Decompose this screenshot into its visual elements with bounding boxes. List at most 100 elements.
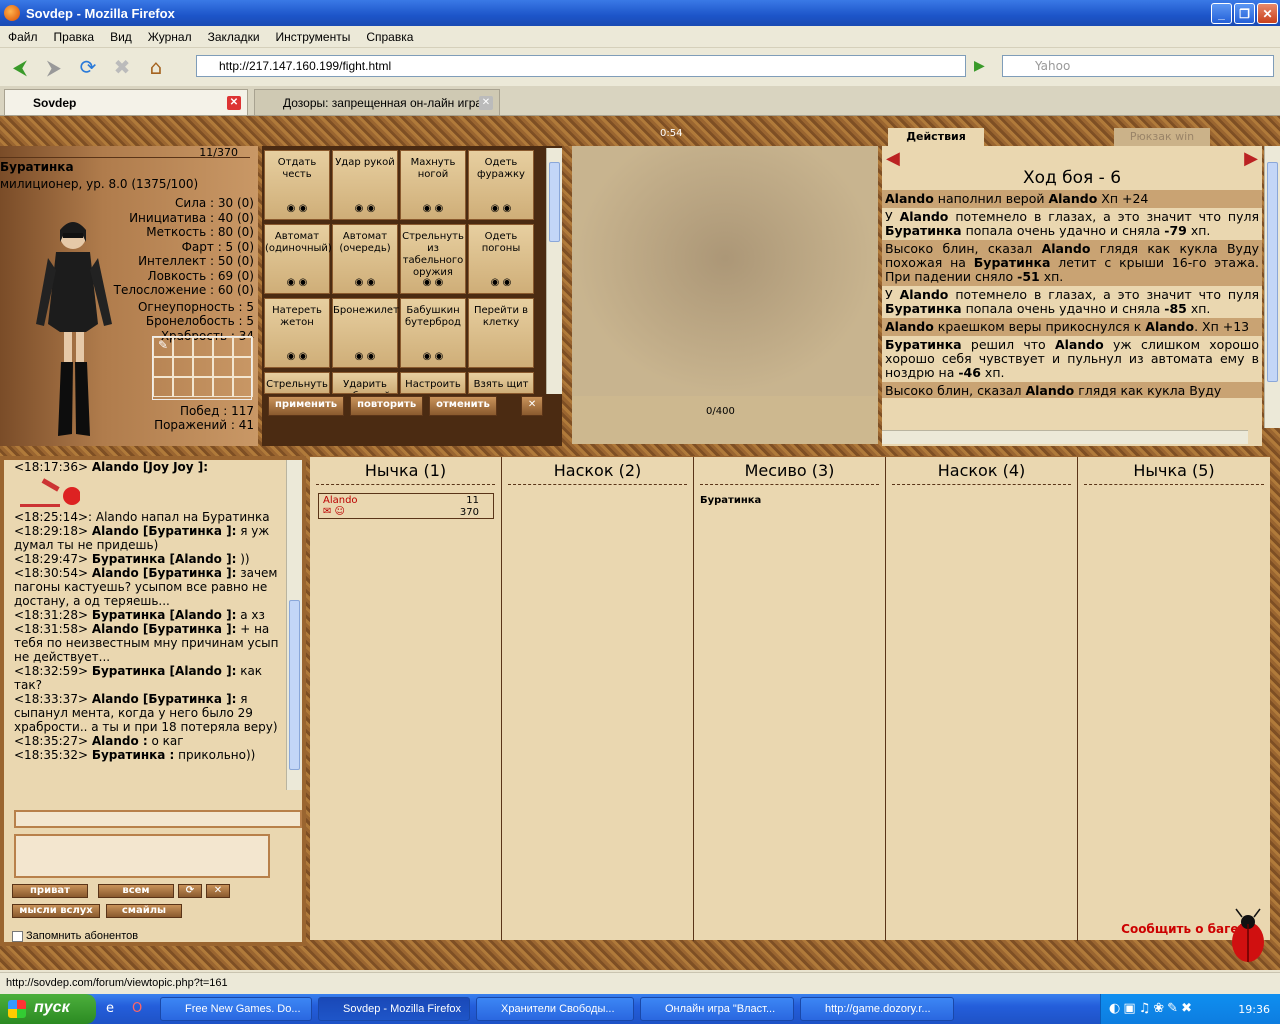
action-kick[interactable]: Махнуть ногой ◉ ◉ — [400, 150, 466, 220]
inventory-slot[interactable] — [193, 357, 213, 377]
menu-help[interactable]: Справка — [358, 30, 421, 44]
field-column-3[interactable]: Месиво (3) Буратинка — [694, 457, 886, 941]
action-punch[interactable]: Удар рукой ◉ ◉ — [332, 150, 398, 220]
clear-button[interactable]: ✕ — [520, 396, 544, 416]
enemy-card[interactable]: Alando 11 ✉ ☺ 370 — [318, 493, 494, 519]
tab-sovdep[interactable]: Sovdep ✕ — [4, 89, 248, 115]
field-column-2[interactable]: Наскок (2) — [502, 457, 694, 941]
action-epaulets[interactable]: Одеть погоны ◉ ◉ — [468, 224, 534, 294]
inventory-slot[interactable]: ✎ — [153, 337, 173, 357]
cancel-button[interactable]: отменить — [429, 396, 497, 416]
action-baton[interactable]: Ударить дубинкой — [332, 372, 398, 394]
task-vlast[interactable]: Онлайн игра "Власт... — [640, 997, 794, 1021]
chat-line: <18:17:36> Alando [Joy Joy ]: — [14, 460, 209, 474]
close-tab-icon[interactable]: ✕ — [227, 96, 241, 110]
forward-icon[interactable]: ⮞ — [40, 53, 68, 81]
log-scrollbar[interactable] — [1264, 146, 1280, 428]
action-cost-icon: ◉ ◉ — [286, 277, 308, 288]
character-name[interactable]: Буратинка — [0, 160, 74, 174]
log-hscrollbar[interactable] — [882, 430, 1248, 444]
maximize-button[interactable]: ❐ — [1234, 3, 1255, 24]
url-input[interactable]: http://217.147.160.199/fight.html — [196, 55, 966, 77]
inventory-slot[interactable] — [233, 357, 253, 377]
close-tab-icon[interactable]: ✕ — [479, 96, 493, 110]
inventory-slot[interactable] — [233, 337, 253, 357]
field-column-4[interactable]: Наскок (4) — [886, 457, 1078, 941]
inventory-slot[interactable] — [213, 337, 233, 357]
prev-turn-icon[interactable]: ◀ — [886, 148, 900, 169]
inventory-slot[interactable] — [193, 377, 213, 397]
action-shield[interactable]: Взять щит — [468, 372, 534, 394]
chat-line: <18:35:32> Буратинка : прикольно)) — [14, 748, 256, 762]
tray-icons[interactable]: ◐▣♫❀✎✖ — [1109, 1001, 1195, 1016]
inventory-slot[interactable] — [153, 377, 173, 397]
menu-history[interactable]: Журнал — [140, 30, 200, 44]
inventory-slot[interactable] — [233, 377, 253, 397]
remember-checkbox[interactable]: Запомнить абонентов — [12, 930, 138, 942]
bug-report-link[interactable]: Сообщить о баге! — [1121, 922, 1244, 936]
inventory-slot[interactable] — [173, 357, 193, 377]
chat-recipient-input[interactable] — [14, 810, 302, 828]
private-button[interactable]: приват — [12, 884, 88, 898]
inventory-slot[interactable] — [173, 337, 193, 357]
action-cap[interactable]: Одеть фуражку ◉ ◉ — [468, 150, 534, 220]
task-free-games[interactable]: Free New Games. Do... — [160, 997, 312, 1021]
field-column-5[interactable]: Нычка (5) — [1078, 457, 1270, 941]
tab-backpack[interactable]: Рюкзак win — [1114, 128, 1210, 146]
menu-file[interactable]: Файл — [0, 30, 46, 44]
inventory-slot[interactable] — [213, 377, 233, 397]
smiles-button[interactable]: смайлы — [106, 904, 182, 918]
close-window-button[interactable]: ✕ — [1257, 3, 1278, 24]
go-icon[interactable]: ▶ — [974, 58, 985, 74]
inventory-slot[interactable] — [193, 337, 213, 357]
minimize-button[interactable]: _ — [1211, 3, 1232, 24]
game-area: 11/370 Буратинка милиционер, ур. 8.0 (13… — [0, 116, 1280, 970]
ie-icon[interactable]: e — [106, 1001, 114, 1016]
action-salute[interactable]: Отдать честь ◉ ◉ — [264, 150, 330, 220]
action-pistol[interactable]: Стрельнуть из табельного оружия ◉ ◉ — [400, 224, 466, 294]
bug-icon[interactable] — [1228, 908, 1268, 964]
chat-scrollbar[interactable] — [286, 460, 302, 790]
column-title: Нычка (5) — [1084, 457, 1264, 485]
menu-tools[interactable]: Инструменты — [268, 30, 359, 44]
log-title: Ход боя - 6 — [1022, 168, 1122, 188]
back-icon[interactable]: ⮜ — [6, 53, 34, 81]
status-text: http://sovdep.com/forum/viewtopic.php?t=… — [6, 977, 228, 989]
action-aim[interactable]: Настроить прицел — [400, 372, 466, 394]
menu-bookmarks[interactable]: Закладки — [200, 30, 268, 44]
task-khraniteli[interactable]: Хранители Свободы... — [476, 997, 634, 1021]
menu-view[interactable]: Вид — [102, 30, 140, 44]
task-dozory[interactable]: http://game.dozory.r... — [800, 997, 954, 1021]
clear-chat-icon[interactable]: ✕ — [206, 884, 230, 898]
inventory-slot[interactable] — [153, 357, 173, 377]
thoughts-button[interactable]: мысли вслух — [12, 904, 100, 918]
action-badge[interactable]: Натереть жетон ◉ ◉ — [264, 298, 330, 368]
start-button[interactable]: пуск — [0, 994, 96, 1024]
actions-scrollbar[interactable] — [546, 148, 562, 394]
menu-edit[interactable]: Правка — [46, 30, 103, 44]
search-input[interactable]: Yahoo — [1002, 55, 1274, 77]
field-column-1[interactable]: Нычка (1) Alando 11 ✉ ☺ 370 — [310, 457, 502, 941]
action-sandwich[interactable]: Бабушкин бутерброд ◉ ◉ — [400, 298, 466, 368]
refresh-icon[interactable]: ⟳ — [178, 884, 202, 898]
action-rifle-burst[interactable]: Автомат (очередь) ◉ ◉ — [332, 224, 398, 294]
home-icon[interactable]: ⌂ — [142, 53, 170, 81]
action-move-cell[interactable]: Перейти в клетку — [468, 298, 534, 368]
action-rifle-single[interactable]: Автомат (одиночный) ◉ ◉ — [264, 224, 332, 294]
opera-icon[interactable]: O — [132, 1001, 142, 1016]
all-button[interactable]: всем — [98, 884, 174, 898]
reload-icon[interactable]: ⟳ — [74, 53, 102, 81]
repeat-button[interactable]: повторить — [350, 396, 424, 416]
chat-message-input[interactable] — [14, 834, 270, 878]
apply-button[interactable]: применить — [268, 396, 345, 416]
tab-actions[interactable]: Действия — [888, 128, 984, 146]
action-vest[interactable]: Бронежилет ◉ ◉ — [332, 298, 399, 368]
tab-dozory[interactable]: Дозоры: запрещенная он-лайн игра ✕ — [254, 89, 500, 115]
action-shoot[interactable]: Стрельнуть из — [264, 372, 330, 394]
inventory-slot[interactable] — [173, 377, 193, 397]
task-sovdep[interactable]: Sovdep - Mozilla Firefox — [318, 997, 470, 1021]
next-turn-icon[interactable]: ▶ — [1244, 148, 1258, 169]
inventory-slot[interactable] — [213, 357, 233, 377]
self-name[interactable]: Буратинка — [700, 495, 761, 506]
stop-icon[interactable]: ✖ — [108, 53, 136, 81]
